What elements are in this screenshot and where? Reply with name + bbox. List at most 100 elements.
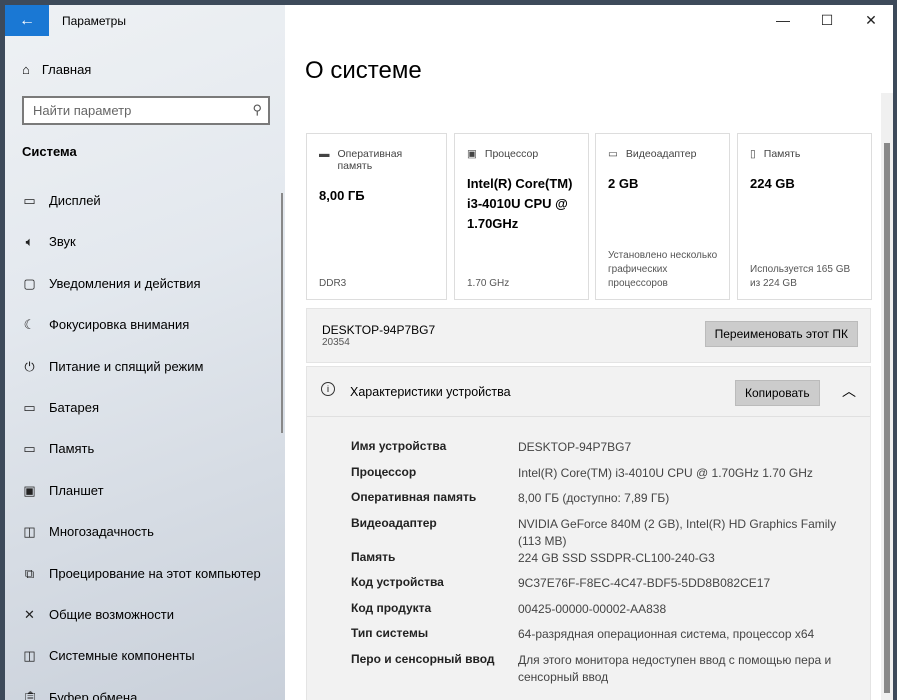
nav-item-label: Буфер обмена — [49, 689, 138, 700]
home-icon: ⌂ — [22, 62, 30, 77]
scrollbar-thumb[interactable] — [884, 143, 890, 693]
storage-icon: ▯ — [750, 148, 756, 160]
spec-label: Видеоадаптер — [351, 515, 437, 530]
spec-row: Код продукта 00425-00000-00002-AA838 — [351, 601, 838, 627]
spec-row: Память 224 GB SSD SSDPR-CL100-240-G3 — [351, 550, 838, 576]
nav-item[interactable]: ▣ Планшет — [22, 483, 261, 524]
spec-row: Имя устройства DESKTOP-94P7BG7 — [351, 439, 838, 465]
info-icon: i — [321, 382, 335, 396]
display-icon: ▭ — [23, 193, 36, 208]
spec-row: Оперативная память 8,00 ГБ (доступно: 7,8… — [351, 490, 838, 516]
close-button[interactable]: ✕ — [849, 5, 893, 35]
spec-label: Код продукта — [351, 600, 432, 615]
notifications-icon: ▢ — [23, 275, 36, 291]
storage-icon: ▭ — [23, 441, 36, 457]
back-button[interactable]: ← — [5, 5, 49, 36]
card-subtitle: Используется 165 GB из 224 GB — [750, 264, 851, 289]
nav-item-label: Проецирование на этот компьютер — [49, 565, 261, 581]
nav-item[interactable]: ▭ Батарея — [22, 400, 261, 441]
page-title: О системе — [305, 57, 422, 84]
card-subtitle: Установлено несколько графических процес… — [608, 250, 718, 289]
spec-label: Перо и сенсорный ввод — [351, 651, 495, 666]
card-title: Память — [763, 148, 801, 160]
search-placeholder: Найти параметр — [33, 103, 132, 118]
settings-window: ← Параметры ⌂ Главная Найти параметр ⚲ Сис… — [5, 5, 893, 700]
sound-icon: 🔈︎ — [25, 234, 34, 250]
card-value: 8,00 ГБ — [319, 188, 365, 203]
copy-button[interactable]: Копировать — [735, 380, 820, 406]
summary-card: ▯ Память 224 GB Используется 165 GB из 224 … — [737, 133, 872, 300]
spec-label: Процессор — [351, 464, 417, 479]
app-title: Параметры — [62, 14, 126, 28]
spec-label: Имя устройства — [351, 439, 447, 453]
tablet-icon: ▣ — [23, 482, 36, 498]
nav-item-label: Уведомления и действия — [49, 275, 201, 291]
spec-value: 9C37E76F-F8EC-4C47-BDF5-5DD8B082CE17 — [518, 576, 771, 590]
spec-row: Перо и сенсорный ввод Для этого монитора … — [351, 652, 838, 686]
search-icon: ⚲ — [252, 102, 262, 117]
nav-item-label: Дисплей — [49, 193, 101, 208]
spec-label: Память — [351, 549, 396, 564]
components-icon: ◫ — [23, 648, 36, 664]
spec-value: Intel(R) Core(TM) i3-4010U CPU @ 1.70GHz… — [518, 465, 813, 480]
nav-item[interactable]: ✕ Общие возможности — [22, 607, 261, 648]
search-input[interactable]: Найти параметр ⚲ — [22, 96, 270, 125]
maximize-button[interactable]: ☐ — [805, 5, 849, 35]
nav-item-label: Планшет — [49, 482, 104, 498]
sidebar: ← Параметры ⌂ Главная Найти параметр ⚲ Сис… — [5, 5, 285, 700]
summary-card: ▭ Видеоадаптер 2 GB Установлено несколько г… — [595, 133, 730, 300]
nav-item[interactable]: 📋︎ Буфер обмена — [22, 690, 261, 700]
multitasking-icon: ◫ — [23, 524, 36, 540]
nav-item[interactable]: 🔈︎ Звук — [22, 234, 261, 275]
ram-icon: ▬ — [319, 148, 330, 160]
card-value: 224 GB — [750, 176, 795, 191]
spec-row: Код устройства 9C37E76F-F8EC-4C47-BDF5-5D… — [351, 575, 838, 601]
card-title: Видеоадаптер — [625, 148, 697, 160]
main-content: — ☐ ✕ О системе ▬ Оперативная память 8,00 ГБ… — [285, 5, 893, 700]
summary-card: ▬ Оперативная память 8,00 ГБ DDR3 — [306, 133, 447, 300]
spec-row: Тип системы 64-разрядная операционная сис… — [351, 626, 838, 652]
nav-item-label: Батарея — [49, 399, 100, 415]
card-subtitle: DDR3 — [319, 278, 347, 289]
nav-item[interactable]: ▭ Дисплей — [22, 193, 261, 234]
spec-label: Тип системы — [351, 626, 429, 640]
nav-item[interactable]: ◫ Системные компоненты — [22, 648, 261, 689]
spec-label: Оперативная память — [351, 490, 477, 504]
main-scrollbar[interactable] — [881, 93, 893, 700]
nav-item-label: Системные компоненты — [49, 648, 195, 664]
nav-item[interactable]: ☾ Фокусировка внимания — [22, 317, 261, 358]
card-title: Оперативная память — [337, 148, 403, 172]
focus-icon: ☾ — [23, 317, 36, 333]
nav-list: ▭ Дисплей 🔈︎ Звук ▢ Уведомления и действия ☾ Фо… — [22, 193, 261, 700]
spec-label: Код устройства — [351, 575, 444, 589]
minimize-button[interactable]: — — [761, 5, 805, 35]
shared-icon: ✕ — [24, 606, 35, 622]
device-specs-panel: i Характеристики устройства Копировать ︿… — [306, 366, 871, 700]
sidebar-scrollbar[interactable] — [281, 193, 283, 433]
summary-card: ▣ Процессор Intel(R) Core(TM) i3-4010U CPU… — [454, 133, 589, 300]
nav-item[interactable]: ◫ Многозадачность — [22, 524, 261, 565]
spec-value: DESKTOP-94P7BG7 — [518, 440, 632, 454]
specs-title: Характеристики устройства — [350, 385, 511, 399]
spec-row: Видеоадаптер NVIDIA GeForce 840M (2 GB), … — [351, 516, 838, 550]
nav-item-label: Фокусировка внимания — [49, 317, 190, 333]
nav-item-label: Общие возможности — [49, 606, 175, 622]
projecting-icon: ⧉ — [24, 565, 35, 581]
pc-name-panel: DESKTOP-94P7BG7 20354 Переименовать этот… — [306, 308, 871, 363]
nav-item[interactable]: ▭ Память — [22, 441, 261, 482]
clipboard-icon: 📋︎ — [22, 689, 39, 700]
chevron-up-icon[interactable]: ︿ — [842, 381, 856, 401]
nav-item[interactable]: ⏻ Питание и спящий режим — [22, 359, 261, 400]
nav-home[interactable]: ⌂ Главная — [22, 62, 91, 77]
spec-value: 64-разрядная операционная система, проце… — [518, 627, 815, 641]
card-value: 2 GB — [608, 176, 639, 191]
battery-icon: ▭ — [23, 399, 36, 415]
card-value: Intel(R) Core(TM) i3-4010U CPU @ 1.70GHz — [467, 176, 573, 231]
rename-pc-button[interactable]: Переименовать этот ПК — [704, 321, 858, 347]
nav-item[interactable]: ▢ Уведомления и действия — [22, 276, 261, 317]
cpu-icon: ▣ — [467, 148, 477, 160]
nav-item[interactable]: ⧉ Проецирование на этот компьютер — [22, 566, 261, 607]
spec-value: 224 GB SSD SSDPR-CL100-240-G3 — [518, 550, 715, 565]
spec-value: 00425-00000-00002-AA838 — [518, 601, 667, 616]
spec-value: 8,00 ГБ (доступно: 7,89 ГБ) — [518, 491, 670, 505]
